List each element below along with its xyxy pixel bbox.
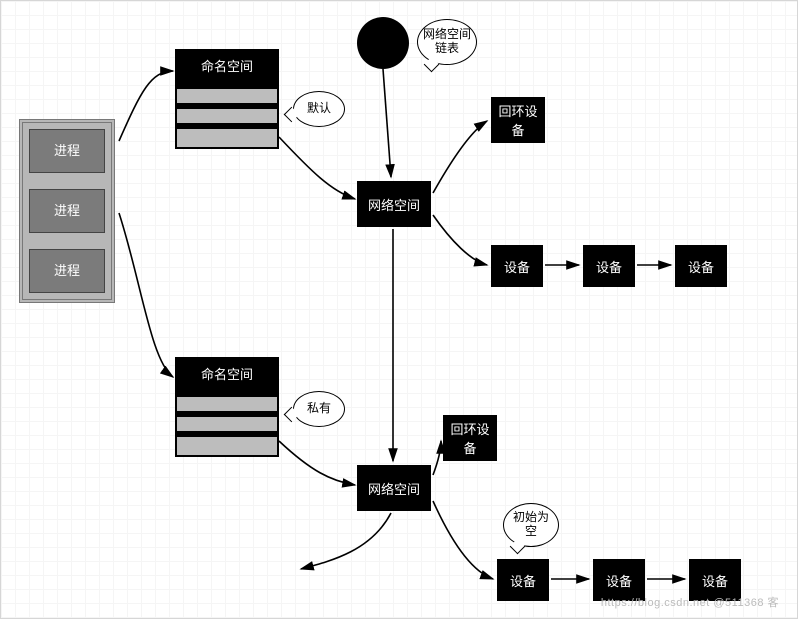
namespace-row bbox=[177, 83, 277, 103]
process-box: 进程 bbox=[29, 249, 105, 293]
process-box: 进程 bbox=[29, 189, 105, 233]
namespace-row bbox=[177, 391, 277, 411]
namespace-row bbox=[177, 411, 277, 431]
process-box: 进程 bbox=[29, 129, 105, 173]
speech-netspace-list: 网络空间链表 bbox=[417, 19, 477, 65]
namespace-box-default: 命名空间 bbox=[175, 49, 279, 149]
namespace-header: 命名空间 bbox=[177, 51, 277, 83]
speech-init-empty: 初始为空 bbox=[503, 503, 559, 547]
device-lower-1: 设备 bbox=[497, 559, 549, 601]
speech-private: 私有 bbox=[293, 391, 345, 427]
device-upper-2: 设备 bbox=[583, 245, 635, 287]
netspace-upper: 网络空间 bbox=[357, 181, 431, 227]
loopback-upper: 回环设备 bbox=[491, 97, 545, 143]
namespace-box-private: 命名空间 bbox=[175, 357, 279, 457]
diagram-canvas: 进程 进程 进程 命名空间 默认 命名空间 私有 网络空间链表 网络空间 回环设… bbox=[0, 0, 798, 619]
netspace-lower: 网络空间 bbox=[357, 465, 431, 511]
namespace-row bbox=[177, 123, 277, 143]
namespace-row bbox=[177, 431, 277, 451]
loopback-lower: 回环设备 bbox=[443, 415, 497, 461]
netspace-list-head-icon bbox=[357, 17, 409, 69]
device-upper-3: 设备 bbox=[675, 245, 727, 287]
device-upper-1: 设备 bbox=[491, 245, 543, 287]
speech-default: 默认 bbox=[293, 91, 345, 127]
arrow-layer bbox=[1, 1, 798, 619]
process-stack: 进程 进程 进程 bbox=[19, 119, 115, 303]
watermark: https://blog.csdn.net @511368 客 bbox=[601, 594, 779, 610]
namespace-header: 命名空间 bbox=[177, 359, 277, 391]
namespace-row bbox=[177, 103, 277, 123]
